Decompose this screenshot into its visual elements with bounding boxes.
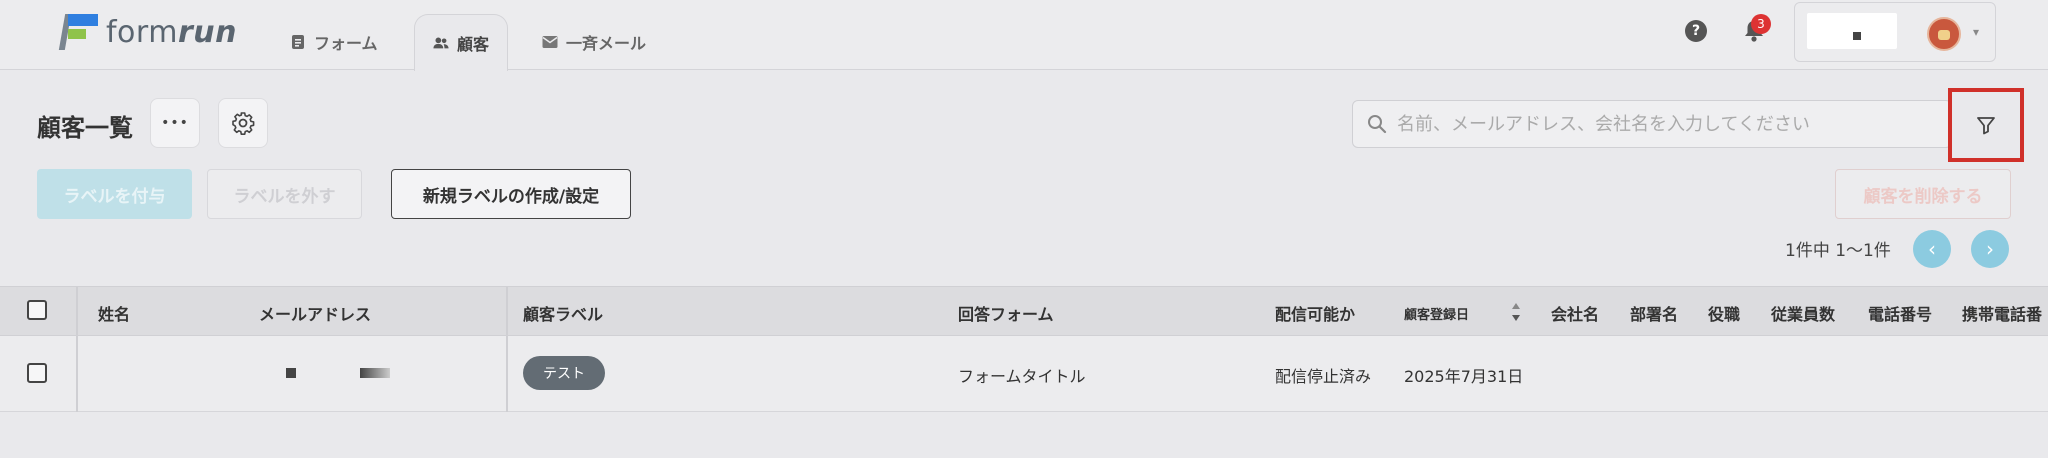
customer-label-chip[interactable]: テスト [523, 356, 605, 390]
pagination-status: 1件中 1〜1件 [1785, 241, 1891, 261]
formrun-logo[interactable]: formrun [56, 12, 237, 52]
logo-mark-icon [56, 12, 100, 52]
column-header-form[interactable]: 回答フォーム [958, 301, 1054, 325]
column-header-name[interactable]: 姓名 [98, 301, 130, 325]
row-checkbox[interactable] [27, 363, 47, 383]
user-name-redacted [1807, 13, 1897, 49]
column-header-registered[interactable]: 顧客登録日 [1404, 304, 1469, 323]
gear-icon [232, 112, 255, 135]
column-divider [506, 336, 508, 412]
prev-page-button[interactable]: ‹ [1913, 230, 1951, 268]
nav-tab-bulk-mail[interactable]: 一斉メール [524, 14, 664, 70]
help-icon[interactable]: ? [1685, 20, 1707, 42]
column-header-mobile[interactable]: 携帯電話番 [1962, 301, 2042, 325]
users-icon [433, 35, 449, 51]
nav-tab-label: 一斉メール [566, 34, 647, 53]
chevron-down-icon: ▾ [1973, 25, 1980, 39]
more-options-button[interactable]: ••• [150, 98, 200, 148]
settings-button[interactable] [218, 98, 268, 148]
remove-label-button[interactable]: ラベルを外す [207, 169, 362, 219]
column-divider [506, 287, 508, 335]
top-header: formrun フォーム 顧客 一斉メール ? 3 ▾ [0, 0, 2048, 71]
filter-button[interactable] [1948, 88, 2024, 162]
select-all-checkbox[interactable] [27, 300, 47, 320]
column-divider [76, 336, 78, 412]
column-header-employees[interactable]: 従業員数 [1771, 301, 1835, 325]
nav-tab-customers[interactable]: 顧客 [414, 14, 509, 71]
column-header-deliverable[interactable]: 配信可能か [1275, 301, 1355, 325]
sort-icon[interactable] [1510, 299, 1522, 325]
column-header-position[interactable]: 役職 [1708, 301, 1740, 325]
filter-icon [1977, 117, 1995, 135]
answer-form-cell[interactable]: フォームタイトル [958, 363, 1086, 387]
name-redacted [286, 368, 296, 378]
page-title: 顧客一覧 [37, 114, 133, 142]
search-icon [1368, 115, 1387, 134]
table-row[interactable]: テスト フォームタイトル 配信停止済み 2025年7月31日 [0, 336, 2048, 412]
chevron-right-icon: › [1986, 237, 1994, 261]
nav-tab-label: フォーム [314, 34, 378, 53]
registered-date-cell: 2025年7月31日 [1404, 367, 1524, 386]
column-header-company[interactable]: 会社名 [1551, 301, 1599, 325]
ellipsis-icon: ••• [161, 115, 189, 131]
nav-tab-forms[interactable]: フォーム [272, 14, 396, 70]
column-header-label[interactable]: 顧客ラベル [523, 301, 603, 325]
form-icon [290, 34, 306, 50]
column-divider [76, 287, 78, 335]
customer-search [1352, 100, 1952, 148]
add-label-button[interactable]: ラベルを付与 [37, 169, 192, 219]
email-redacted [360, 368, 390, 378]
mail-icon [542, 34, 558, 50]
column-header-phone[interactable]: 電話番号 [1868, 301, 1932, 325]
search-input[interactable] [1397, 101, 1937, 147]
delete-customer-button[interactable]: 顧客を削除する [1835, 169, 2011, 219]
avatar [1927, 17, 1961, 51]
create-label-button[interactable]: 新規ラベルの作成/設定 [391, 169, 631, 219]
nav-tab-label: 顧客 [457, 35, 490, 54]
notification-count-badge: 3 [1751, 14, 1771, 34]
account-menu[interactable]: ▾ [1794, 2, 1996, 62]
logo-text: formrun [106, 14, 237, 50]
table-header: 姓名 メールアドレス 顧客ラベル 回答フォーム 配信可能か 顧客登録日 会社名 … [0, 286, 2048, 336]
column-header-department[interactable]: 部署名 [1630, 301, 1678, 325]
column-header-email[interactable]: メールアドレス [259, 301, 371, 325]
deliverable-cell: 配信停止済み [1275, 367, 1372, 386]
chevron-left-icon: ‹ [1928, 237, 1936, 261]
next-page-button[interactable]: › [1971, 230, 2009, 268]
